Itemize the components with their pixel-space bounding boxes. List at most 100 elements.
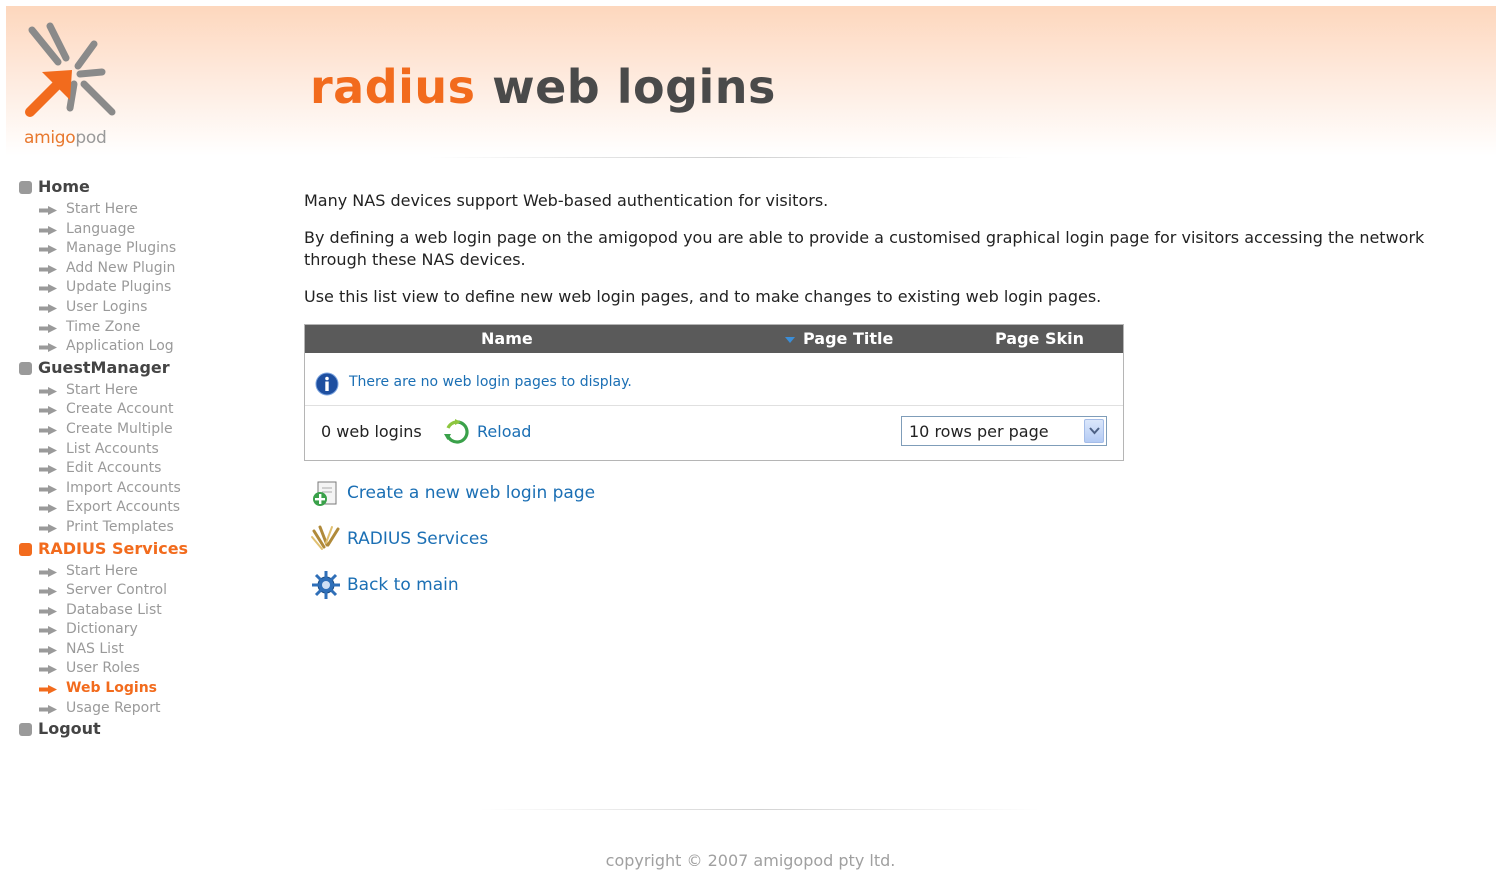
sidebar-item-radius-services-web-logins[interactable]: Web Logins xyxy=(18,679,278,699)
sidebar-item-radius-services-user-roles[interactable]: User Roles xyxy=(18,659,278,679)
sidebar-section-guestmanager[interactable]: GuestManager xyxy=(18,357,278,379)
sidebar-item-radius-services-server-control[interactable]: Server Control xyxy=(18,581,278,601)
sidebar-item-label: Import Accounts xyxy=(66,479,181,496)
arrow-right-icon xyxy=(39,606,57,616)
sidebar-item-label: Update Plugins xyxy=(66,279,172,296)
sidebar-item-guestmanager-create-multiple[interactable]: Create Multiple xyxy=(18,420,278,440)
sidebar-item-guestmanager-list-accounts[interactable]: List Accounts xyxy=(18,440,278,460)
sidebar-item-guestmanager-create-account[interactable]: Create Account xyxy=(18,400,278,420)
create-web-login-link[interactable]: Create a new web login page xyxy=(347,483,595,503)
sidebar-item-label: Database List xyxy=(66,601,162,618)
sidebar-section-label: Logout xyxy=(38,719,101,739)
arrow-right-icon xyxy=(39,303,57,313)
sidebar-section-home[interactable]: Home xyxy=(18,176,278,198)
column-name[interactable]: Name xyxy=(481,329,533,348)
empty-message: There are no web login pages to display. xyxy=(349,374,632,390)
list-footer: 0 web logins Reload 10 rows per page xyxy=(305,406,1123,460)
sidebar-item-home-application-log[interactable]: Application Log xyxy=(18,337,278,357)
list-header: Name Page Title Page Skin xyxy=(305,325,1123,353)
column-page-skin[interactable]: Page Skin xyxy=(995,329,1084,348)
header-divider xyxy=(430,157,1030,158)
footer-divider xyxy=(480,809,1040,810)
arrow-right-icon xyxy=(39,206,57,215)
sidebar-item-radius-services-start-here[interactable]: Start Here xyxy=(18,562,278,582)
sidebar-item-label: Start Here xyxy=(66,381,138,398)
logo-wordmark: amigopod xyxy=(24,128,107,148)
sidebar-item-home-manage-plugins[interactable]: Manage Plugins xyxy=(18,239,278,259)
arrow-right-icon xyxy=(39,323,57,333)
arrow-right-icon xyxy=(39,704,57,714)
back-to-main-link[interactable]: Back to main xyxy=(347,575,459,595)
sidebar-item-radius-services-nas-list[interactable]: NAS List xyxy=(18,640,278,660)
sidebar-item-radius-services-usage-report[interactable]: Usage Report xyxy=(18,699,278,719)
sidebar-item-label: List Accounts xyxy=(66,440,159,457)
sidebar-section-logout[interactable]: Logout xyxy=(18,718,278,740)
sidebar-item-radius-services-dictionary[interactable]: Dictionary xyxy=(18,620,278,640)
sidebar-item-label: Dictionary xyxy=(66,621,138,638)
sidebar-item-label: NAS List xyxy=(66,640,124,657)
sidebar-item-label: Export Accounts xyxy=(66,499,181,516)
arrow-right-icon xyxy=(39,386,57,396)
sidebar-item-label: Usage Report xyxy=(66,699,161,716)
column-page-title[interactable]: Page Title xyxy=(803,329,893,348)
sidebar-item-home-add-new-plugin[interactable]: Add New Plugin xyxy=(18,259,278,279)
sidebar-item-label: Time Zone xyxy=(66,318,141,335)
sidebar-item-label: Web Logins xyxy=(66,680,157,697)
arrow-right-icon xyxy=(39,587,57,597)
amigopod-logo-icon[interactable] xyxy=(22,22,118,118)
sidebar-item-label: Language xyxy=(66,220,136,237)
sidebar-item-guestmanager-import-accounts[interactable]: Import Accounts xyxy=(18,479,278,499)
arrow-right-icon xyxy=(39,245,57,255)
sidebar-item-label: Print Templates xyxy=(66,518,174,535)
radius-services-icon xyxy=(311,525,340,550)
web-logins-list: Name Page Title Page Skin There are no w… xyxy=(304,324,1124,461)
info-icon xyxy=(315,372,339,396)
main-content: Many NAS devices support Web-based authe… xyxy=(304,190,1444,323)
page-title: radius web logins xyxy=(310,60,776,114)
sidebar-item-label: Application Log xyxy=(66,338,174,355)
arrow-right-icon xyxy=(39,626,57,636)
arrow-right-icon xyxy=(39,445,57,455)
sidebar-item-guestmanager-start-here[interactable]: Start Here xyxy=(18,381,278,401)
section-bullet-icon xyxy=(19,181,32,194)
sidebar-item-label: User Logins xyxy=(66,298,148,315)
sidebar-item-label: Edit Accounts xyxy=(66,460,162,477)
sidebar-item-label: Add New Plugin xyxy=(66,259,176,276)
arrow-right-icon xyxy=(39,665,57,675)
dropdown-arrow-icon[interactable] xyxy=(1084,419,1104,443)
arrow-right-icon xyxy=(39,284,57,294)
sidebar-item-label: User Roles xyxy=(66,660,140,677)
sidebar-item-guestmanager-print-templates[interactable]: Print Templates xyxy=(18,518,278,538)
sidebar-item-home-user-logins[interactable]: User Logins xyxy=(18,298,278,318)
sidebar-item-home-start-here[interactable]: Start Here xyxy=(18,200,278,220)
sidebar-item-home-language[interactable]: Language xyxy=(18,220,278,240)
arrow-right-icon xyxy=(39,406,57,416)
arrow-right-icon xyxy=(39,484,57,494)
sidebar-nav: Home Start Here Language Manage Plugins Add … xyxy=(18,176,278,742)
arrow-right-icon xyxy=(39,504,57,514)
sidebar-item-label: Server Control xyxy=(66,582,167,599)
sidebar-section-radius-services[interactable]: RADIUS Services xyxy=(18,538,278,560)
sidebar-item-label: Manage Plugins xyxy=(66,240,177,257)
reload-icon[interactable] xyxy=(443,418,471,446)
sidebar-section-label: RADIUS Services xyxy=(38,538,189,558)
arrow-right-icon xyxy=(39,567,57,577)
intro-text: Many NAS devices support Web-based authe… xyxy=(304,191,829,210)
empty-message-row: There are no web login pages to display. xyxy=(305,353,1123,406)
sidebar-item-home-update-plugins[interactable]: Update Plugins xyxy=(18,278,278,298)
sidebar-item-home-time-zone[interactable]: Time Zone xyxy=(18,318,278,338)
arrow-right-icon xyxy=(39,264,57,274)
arrow-right-icon xyxy=(39,523,57,533)
arrow-right-icon xyxy=(39,685,57,695)
arrow-right-icon xyxy=(39,465,57,475)
description-text: By defining a web login page on the amig… xyxy=(304,228,1425,269)
copyright-text: copyright © 2007 amigopod pty ltd. xyxy=(605,851,896,870)
section-bullet-icon xyxy=(19,723,32,737)
sidebar-item-guestmanager-edit-accounts[interactable]: Edit Accounts xyxy=(18,459,278,479)
sidebar-item-radius-services-database-list[interactable]: Database List xyxy=(18,601,278,621)
reload-link[interactable]: Reload xyxy=(477,422,531,441)
sidebar-item-guestmanager-export-accounts[interactable]: Export Accounts xyxy=(18,498,278,518)
sort-indicator-icon xyxy=(785,337,795,343)
rows-per-page-select[interactable]: 10 rows per page xyxy=(901,416,1107,446)
radius-services-link[interactable]: RADIUS Services xyxy=(347,529,488,549)
